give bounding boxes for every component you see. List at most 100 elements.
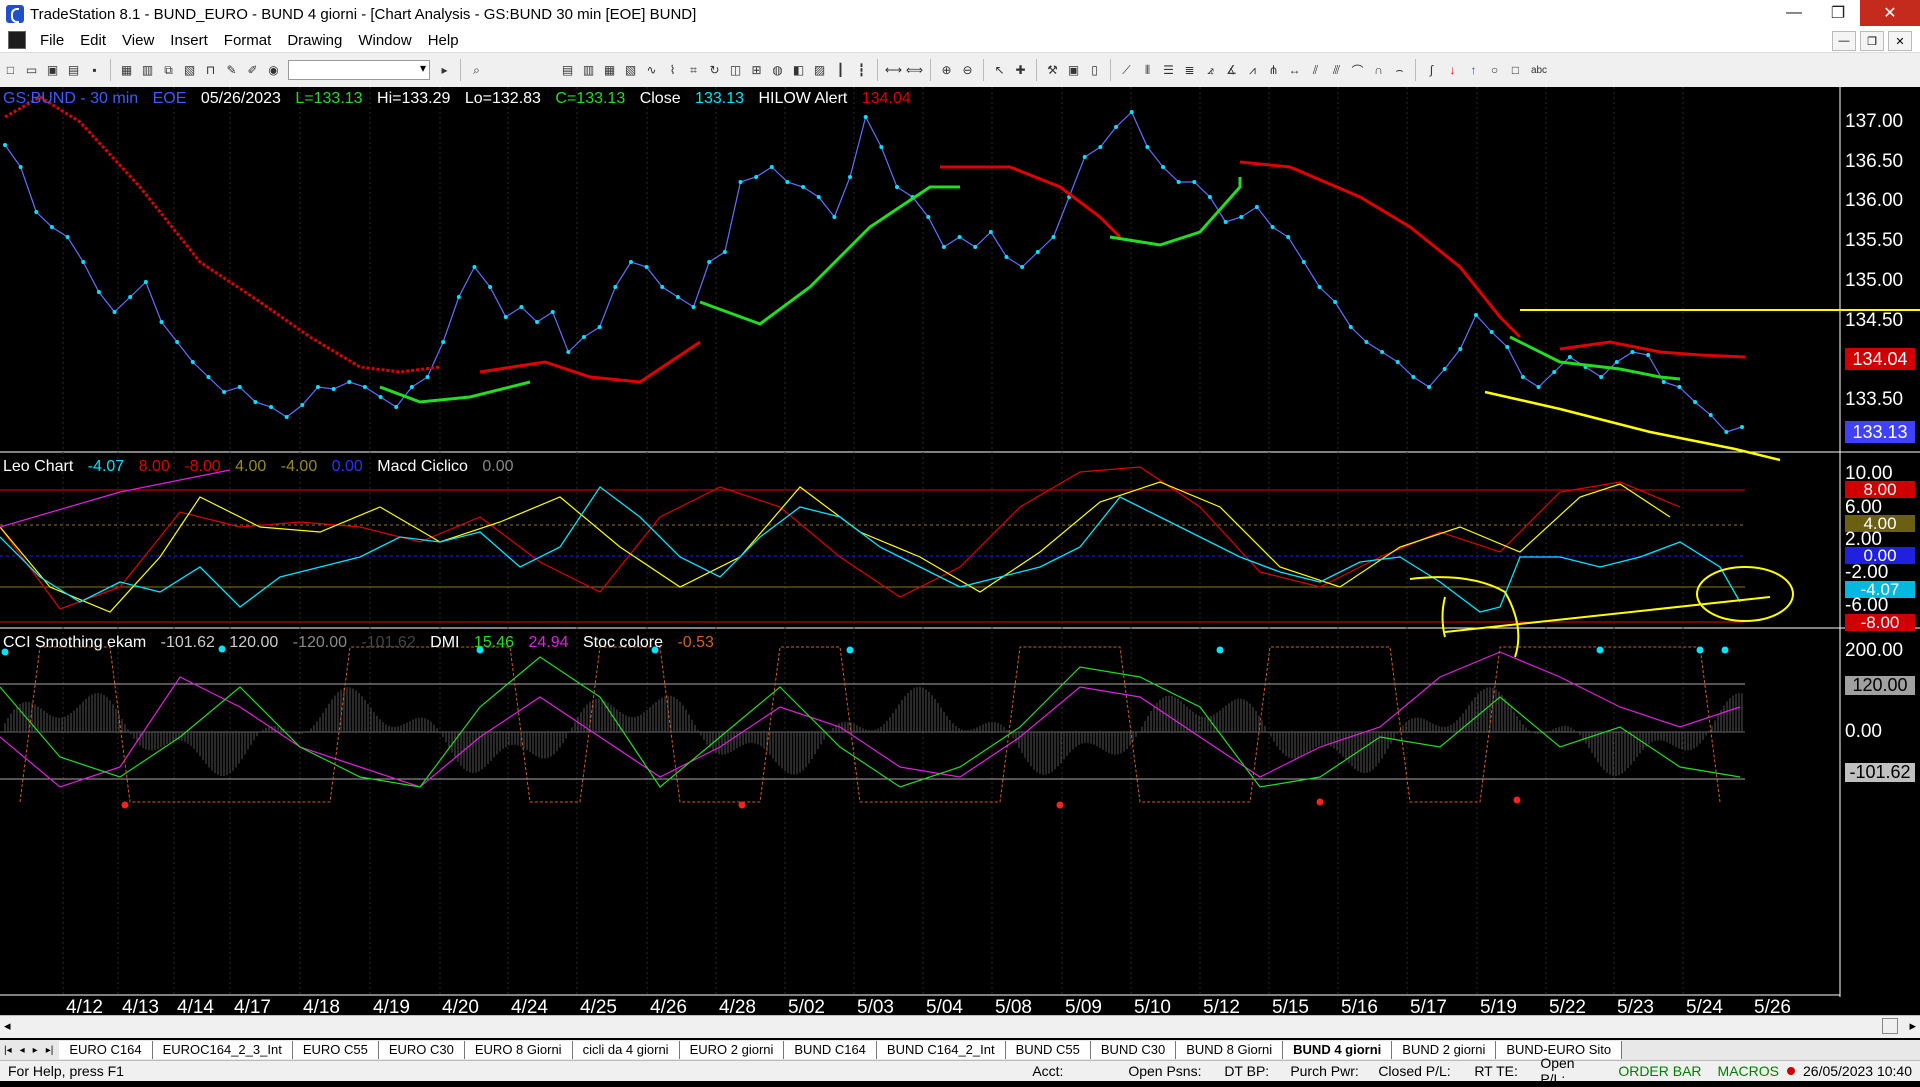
bars-icon[interactable]: ┇ <box>853 62 870 79</box>
new-window-icon[interactable]: ▣ <box>44 62 61 79</box>
tab-bund-c164-2-int[interactable]: BUND C164_2_Int <box>876 1041 1006 1059</box>
paste-icon[interactable]: ▧ <box>181 62 198 79</box>
chart-canvas[interactable] <box>0 87 1920 1015</box>
fan-icon[interactable]: ⩘ <box>1244 62 1261 79</box>
mdi-restore-button[interactable]: ❐ <box>1860 31 1884 51</box>
tools-icon[interactable]: ⚒ <box>1044 62 1061 79</box>
freehand-icon[interactable]: ∫ <box>1423 62 1440 79</box>
tab-nav-first-icon[interactable]: |◂ <box>0 1045 16 1056</box>
status-macros[interactable]: MACROS <box>1710 1063 1787 1079</box>
sheet-icon[interactable]: ▨ <box>811 62 828 79</box>
layout-icon[interactable]: ▤ <box>559 62 576 79</box>
fib-icon[interactable]: ≣ <box>1181 62 1198 79</box>
scroll-thumb[interactable] <box>1882 1018 1898 1034</box>
vlines-icon[interactable]: ⦀ <box>1139 62 1156 79</box>
save-icon[interactable]: ▪ <box>86 62 103 79</box>
arrow-down-icon[interactable]: ↓ <box>1444 62 1461 79</box>
play-icon[interactable]: ▸ <box>436 62 453 79</box>
print-icon[interactable]: ▦ <box>118 62 135 79</box>
menu-file[interactable]: File <box>32 32 72 49</box>
symbol-combo[interactable] <box>288 60 430 80</box>
channel2-icon[interactable]: ⫻ <box>1328 62 1345 79</box>
draw-icon[interactable]: ✐ <box>244 62 261 79</box>
find-icon[interactable]: ⌕ <box>468 62 485 79</box>
maximize-button[interactable]: ❐ <box>1816 0 1860 26</box>
arrow-up-icon[interactable]: ↑ <box>1465 62 1482 79</box>
open-folder-icon[interactable]: ▤ <box>65 62 82 79</box>
horizontal-icon[interactable]: ↔ <box>1286 62 1303 79</box>
chart-icon[interactable]: ∿ <box>643 62 660 79</box>
tab-nav-last-icon[interactable]: ▸| <box>42 1045 60 1056</box>
pitchfork-icon[interactable]: ⋔ <box>1265 62 1282 79</box>
menu-window[interactable]: Window <box>350 32 419 49</box>
scroll-right-icon[interactable]: ▸ <box>1909 1018 1916 1034</box>
text-icon[interactable]: abc <box>1528 62 1550 79</box>
tab-bund-c164[interactable]: BUND C164 <box>784 1041 877 1059</box>
pointer-icon[interactable]: ↖ <box>991 62 1008 79</box>
trendline-icon[interactable]: ⟋ <box>1118 62 1135 79</box>
refresh-icon[interactable]: ↻ <box>706 62 723 79</box>
color-icon[interactable]: ◉ <box>265 62 282 79</box>
tab-bund-2-giorni[interactable]: BUND 2 giorni <box>1392 1041 1497 1059</box>
tab-bund-8-giorni[interactable]: BUND 8 Giorni <box>1176 1041 1284 1059</box>
crosshair-icon[interactable]: ✚ <box>1012 62 1029 79</box>
tab-euro-c55[interactable]: EURO C55 <box>292 1041 379 1059</box>
menu-view[interactable]: View <box>114 32 162 49</box>
gann-icon[interactable]: ⦨ <box>1202 62 1219 79</box>
tab-nav-prev-icon[interactable]: ◂ <box>16 1045 29 1056</box>
monitor-icon[interactable]: ▣ <box>1065 62 1082 79</box>
copy-icon[interactable]: ⧉ <box>160 62 177 79</box>
status-order-bar[interactable]: ORDER BAR <box>1610 1063 1709 1079</box>
tab-euro-2-giorni[interactable]: EURO 2 giorni <box>679 1041 785 1059</box>
pencil-icon[interactable]: ✎ <box>223 62 240 79</box>
hlines-icon[interactable]: ☰ <box>1160 62 1177 79</box>
expand-icon[interactable]: ⟷ <box>885 62 902 79</box>
doc-icon[interactable]: ▯ <box>1086 62 1103 79</box>
tab-bund-4-giorni[interactable]: BUND 4 giorni <box>1283 1041 1393 1059</box>
menu-help[interactable]: Help <box>420 32 467 49</box>
zoom-out-icon[interactable]: ⊖ <box>959 62 976 79</box>
globe-icon[interactable]: ◍ <box>769 62 786 79</box>
new-icon[interactable]: □ <box>2 62 19 79</box>
tab-bund-c55[interactable]: BUND C55 <box>1005 1041 1091 1059</box>
mdi-close-button[interactable]: ✕ <box>1888 31 1912 51</box>
chart-analysis-window[interactable]: GS:BUND - 30 min EOE 05/26/2023 L=133.13… <box>0 87 1920 1015</box>
ticker-icon[interactable]: ◧ <box>790 62 807 79</box>
rectangle-icon[interactable]: □ <box>1507 62 1524 79</box>
close-button[interactable]: ✕ <box>1860 0 1920 26</box>
chart-doc-icon[interactable] <box>8 31 26 49</box>
arc-icon[interactable]: ⌒ <box>1349 62 1366 79</box>
grid-icon[interactable]: ⊞ <box>748 62 765 79</box>
tab-nav-next-icon[interactable]: ▸ <box>29 1045 42 1056</box>
arc2-icon[interactable]: ∩ <box>1370 62 1387 79</box>
tab-bund-c30[interactable]: BUND C30 <box>1090 1041 1177 1059</box>
layout2-icon[interactable]: ▥ <box>580 62 597 79</box>
mdi-minimize-button[interactable]: — <box>1832 31 1856 51</box>
tab-euro-8-giorni[interactable]: EURO 8 Giorni <box>464 1041 573 1059</box>
scroll-left-icon[interactable]: ◂ <box>4 1018 11 1034</box>
minimize-button[interactable]: — <box>1772 0 1816 26</box>
layout4-icon[interactable]: ▧ <box>622 62 639 79</box>
menu-insert[interactable]: Insert <box>162 32 216 49</box>
ellipse-icon[interactable]: ○ <box>1486 62 1503 79</box>
spiral-icon[interactable]: ⌢ <box>1391 62 1408 79</box>
menu-format[interactable]: Format <box>216 32 280 49</box>
channel-icon[interactable]: ⫽ <box>1307 62 1324 79</box>
compress-icon[interactable]: ⟺ <box>906 62 923 79</box>
angle-icon[interactable]: ∡ <box>1223 62 1240 79</box>
window-icon[interactable]: ◫ <box>727 62 744 79</box>
zoom-in-icon[interactable]: ⊕ <box>938 62 955 79</box>
horizontal-scrollbar[interactable]: ◂ ▸ <box>0 1015 1920 1038</box>
chart3-icon[interactable]: ⌗ <box>685 62 702 79</box>
menu-edit[interactable]: Edit <box>72 32 114 49</box>
tab-euro-c164[interactable]: EURO C164 <box>59 1041 153 1059</box>
chart2-icon[interactable]: ⌇ <box>664 62 681 79</box>
tab-cicli-4-giorni[interactable]: cicli da 4 giorni <box>572 1041 680 1059</box>
print-preview-icon[interactable]: ▥ <box>139 62 156 79</box>
layout3-icon[interactable]: ▦ <box>601 62 618 79</box>
tab-euroc164-2-3-int[interactable]: EUROC164_2_3_Int <box>152 1041 293 1059</box>
lock-icon[interactable]: ⊓ <box>202 62 219 79</box>
menu-drawing[interactable]: Drawing <box>279 32 350 49</box>
open-icon[interactable]: ▭ <box>23 62 40 79</box>
bar-icon[interactable]: ┃ <box>832 62 849 79</box>
